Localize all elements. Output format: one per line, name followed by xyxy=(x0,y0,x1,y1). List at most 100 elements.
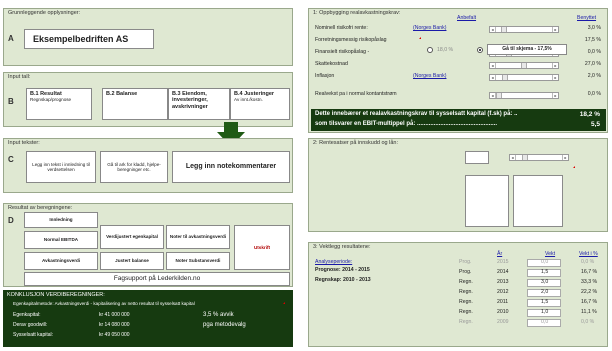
scroll-right-arrow-icon[interactable]: ▸ xyxy=(552,27,558,32)
summary2-value: 5,5 xyxy=(590,121,600,128)
notekommentarer-button[interactable]: Legg inn notekommentarer xyxy=(172,151,290,183)
vekt-row-year: 2015 xyxy=(497,259,509,265)
justert-balanse-button[interactable]: Justert balanse xyxy=(100,252,164,270)
scroll-thumb[interactable] xyxy=(496,93,502,98)
fagsupport-link[interactable]: Fagsupport på Lederkilden.no xyxy=(24,272,290,286)
rente-area-left xyxy=(465,175,509,227)
scroll-right-arrow-icon[interactable]: ▸ xyxy=(552,75,558,80)
vekt-row-year: 2012 xyxy=(497,289,509,295)
row-value: kr 49 050 000 xyxy=(99,332,130,338)
verdijustert-egenkapital-button[interactable]: Verdijustert egenkapital xyxy=(100,225,164,249)
vekt-row-weight[interactable]: 1,5 xyxy=(541,269,548,275)
section-a-title: Grunnleggende opplysninger: xyxy=(8,10,81,16)
konklusjon-row-goodwill: Derav goodwill: kr 14 080 000 pga metode… xyxy=(13,322,283,330)
anbefalt-header: Anbefalt xyxy=(457,15,477,21)
comment-marker xyxy=(573,166,575,168)
row-label: Sysselsatt kapital: xyxy=(13,332,54,338)
krav-row-value: 27,0 % xyxy=(584,61,601,67)
krav-scrollbar[interactable]: ◂▸ xyxy=(489,62,559,69)
scroll-right-arrow-icon[interactable]: ▸ xyxy=(552,63,558,68)
vekt-row-pct: 0,0 % xyxy=(581,259,595,265)
b4-justeringer-button[interactable]: B.4 Justeringer Av innt./kostn. xyxy=(230,88,290,120)
scroll-thumb[interactable] xyxy=(501,27,507,32)
vekt-header: Vekt xyxy=(545,251,556,257)
section-1-panel: 1: Oppbygging realavkastningskrav: Anbef… xyxy=(308,8,608,133)
vekt-pct-header: Vekt i % xyxy=(579,251,598,257)
vekt-row-weight[interactable]: 2,0 xyxy=(541,289,548,295)
utskrift-button[interactable]: Utskrift xyxy=(234,225,290,270)
vekt-row: Prog. 2014 1,5 16,7 % xyxy=(309,269,609,278)
section-b-panel: Input tall: B B.1 Resultat Regnskap/prog… xyxy=(3,72,293,127)
noter-substansverdi-button[interactable]: Noter Substansverdi xyxy=(166,252,230,270)
noter-avkastningsverdi-button[interactable]: Noter til avkastningsverdi xyxy=(166,225,230,249)
row-value: kr 41 000 000 xyxy=(99,312,130,318)
rente-input-box[interactable] xyxy=(465,151,489,164)
konklusjon-row-sysselsatt: Sysselsatt kapital: kr 49 050 000 xyxy=(13,332,283,340)
vekt-row-year: 2011 xyxy=(497,299,509,305)
section-3-title: 3: Vektlegg resultatene: xyxy=(313,244,371,250)
norges-bank-link[interactable]: (Norges Bank) xyxy=(413,73,446,79)
scroll-thumb[interactable] xyxy=(502,75,508,80)
krav-scrollbar[interactable]: ◂▸ xyxy=(489,92,559,99)
krav-row-value: 0,0 % xyxy=(587,49,601,55)
vekt-row-weight[interactable]: 0,0 xyxy=(541,259,548,265)
norges-bank-link[interactable]: (Norges Bank) xyxy=(413,25,446,31)
scroll-right-arrow-icon[interactable]: ▸ xyxy=(552,93,558,98)
ga-til-skjema-button[interactable]: Gå til skjema - 17,5% xyxy=(487,44,567,55)
krav-scrollbar[interactable]: ◂▸ xyxy=(489,74,559,81)
krav-row-value: 0,0 % xyxy=(587,91,601,97)
section-a-letter: A xyxy=(8,34,14,43)
krav-row-label: Realvekst pa i normal kontantstrøm xyxy=(315,91,397,97)
scroll-left-arrow-icon[interactable]: ◂ xyxy=(490,27,496,32)
summary-bar: Dette innebærer et realavkastningskrav t… xyxy=(311,109,606,131)
row-note: 3,5 % avvik xyxy=(203,312,234,318)
vekt-row-weight[interactable]: 1,0 xyxy=(541,309,548,315)
krav-row-label: Nominell risikofri rente: xyxy=(315,25,368,31)
vekt-row: Regn. 2009 0,0 0,0 % xyxy=(309,319,609,328)
section-b-title: Input tall: xyxy=(8,74,31,80)
scroll-right-arrow-icon[interactable]: ▸ xyxy=(562,155,568,160)
section-2-panel: 2: Rentesatser på innskudd og lån: ◂ ▸ xyxy=(308,138,608,232)
ar-header: År xyxy=(497,251,503,257)
vekt-row-type: Prog. xyxy=(459,269,472,275)
comment-marker xyxy=(419,37,421,39)
innledning-button[interactable]: Innledning xyxy=(24,212,98,228)
vekt-row-pct: 16,7 % xyxy=(581,269,598,275)
scroll-left-arrow-icon[interactable]: ◂ xyxy=(510,155,516,160)
vekt-row-weight[interactable]: 1,5 xyxy=(541,299,548,305)
vekt-row-type: Regn. xyxy=(459,299,473,305)
kladd-button[interactable]: Gå til ark for kladd, hjelpe-beregninger… xyxy=(100,151,168,183)
normal-ebitda-button[interactable]: Normal EBITDA xyxy=(24,231,98,249)
company-name-field[interactable]: Eksempelbedriften AS xyxy=(24,29,154,49)
comment-marker xyxy=(283,302,285,304)
b1-resultat-button[interactable]: B.1 Resultat Regnskap/prognose xyxy=(26,88,92,120)
avkastningsverdi-button[interactable]: Avkastningsverdi xyxy=(24,252,98,270)
radio-skjema[interactable] xyxy=(477,47,483,53)
vekt-row-pct: 0,0 % xyxy=(581,319,595,325)
vekt-row-weight[interactable]: 0,0 xyxy=(541,319,548,325)
krav-scrollbar[interactable]: ◂▸ xyxy=(489,26,559,33)
row-value: kr 14 080 000 xyxy=(99,322,130,328)
b2-balanse-button[interactable]: B.2 Balanse xyxy=(102,88,168,120)
section-d-panel: Resultat av beregningene: D Innledning N… xyxy=(3,203,293,287)
vekt-row-pct: 16,7 % xyxy=(581,299,598,305)
scroll-left-arrow-icon[interactable]: ◂ xyxy=(490,75,496,80)
b3-eiendom-button[interactable]: B.3 Eiendom, investeringer, avskrivninge… xyxy=(168,88,230,120)
vekt-row: Prog. 2015 0,0 0,0 % xyxy=(309,259,609,268)
b3-title: B.3 Eiendom, investeringer, avskrivninge… xyxy=(172,91,208,110)
krav-row-label: Inflasjon xyxy=(315,73,335,79)
section-1-title: 1: Oppbygging realavkastningskrav: xyxy=(313,10,401,16)
scroll-thumb[interactable] xyxy=(521,63,527,68)
summary1-value: 18,2 % xyxy=(579,111,600,118)
vekt-row-pct: 22,2 % xyxy=(581,289,598,295)
summary1-label: Dette innebærer et realavkastningskrav t… xyxy=(315,111,518,117)
krav-row-label: Forretningsmessig risikopåslag xyxy=(315,37,387,43)
vekt-row-type: Regn. xyxy=(459,289,473,295)
radio-anbefalt[interactable] xyxy=(427,47,433,53)
scroll-thumb[interactable] xyxy=(522,155,528,160)
innledning-tekst-button[interactable]: Legg inn tekst i innledning til verdsett… xyxy=(26,151,96,183)
rente-scrollbar[interactable]: ◂ ▸ xyxy=(509,154,569,161)
scroll-left-arrow-icon[interactable]: ◂ xyxy=(490,63,496,68)
krav-row: Inflasjon (Norges Bank) ◂ ▸ 2,0 % xyxy=(309,73,609,83)
vekt-row-weight[interactable]: 3,0 xyxy=(541,279,548,285)
